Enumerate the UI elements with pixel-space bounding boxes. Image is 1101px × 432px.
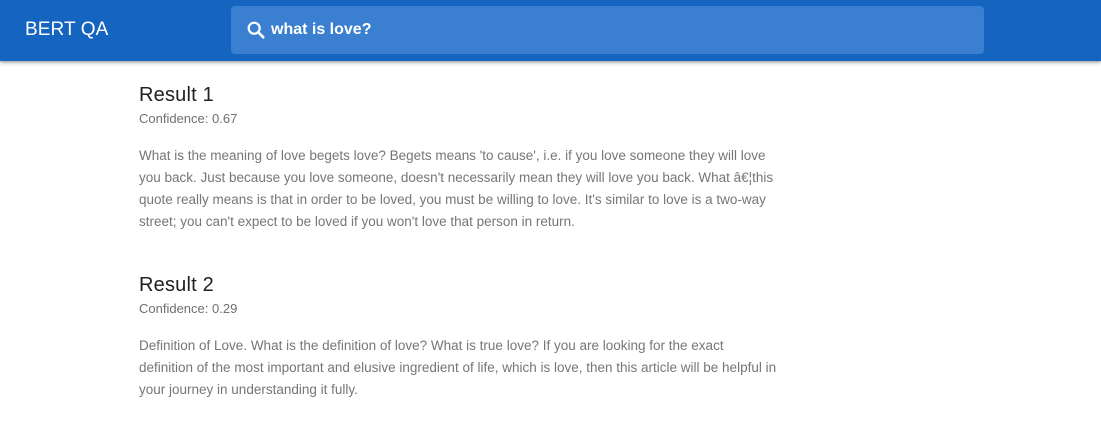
result-item: Result 2 Confidence: 0.29 Definition of … <box>139 272 779 401</box>
app-bar: BERT QA <box>0 0 1101 61</box>
result-title: Result 2 <box>139 274 214 296</box>
search-input[interactable] <box>271 18 951 42</box>
search-icon[interactable] <box>245 19 267 41</box>
result-confidence: Confidence: 0.29 <box>139 301 238 316</box>
result-text: Definition of Love. What is the definiti… <box>139 338 777 397</box>
app-title: BERT QA <box>25 19 109 40</box>
search-box[interactable] <box>231 6 984 54</box>
result-text: What is the meaning of love begets love?… <box>139 148 774 229</box>
result-confidence: Confidence: 0.67 <box>139 111 238 126</box>
result-item: Result 1 Confidence: 0.67 What is the me… <box>139 82 779 233</box>
result-title: Result 1 <box>139 84 214 106</box>
